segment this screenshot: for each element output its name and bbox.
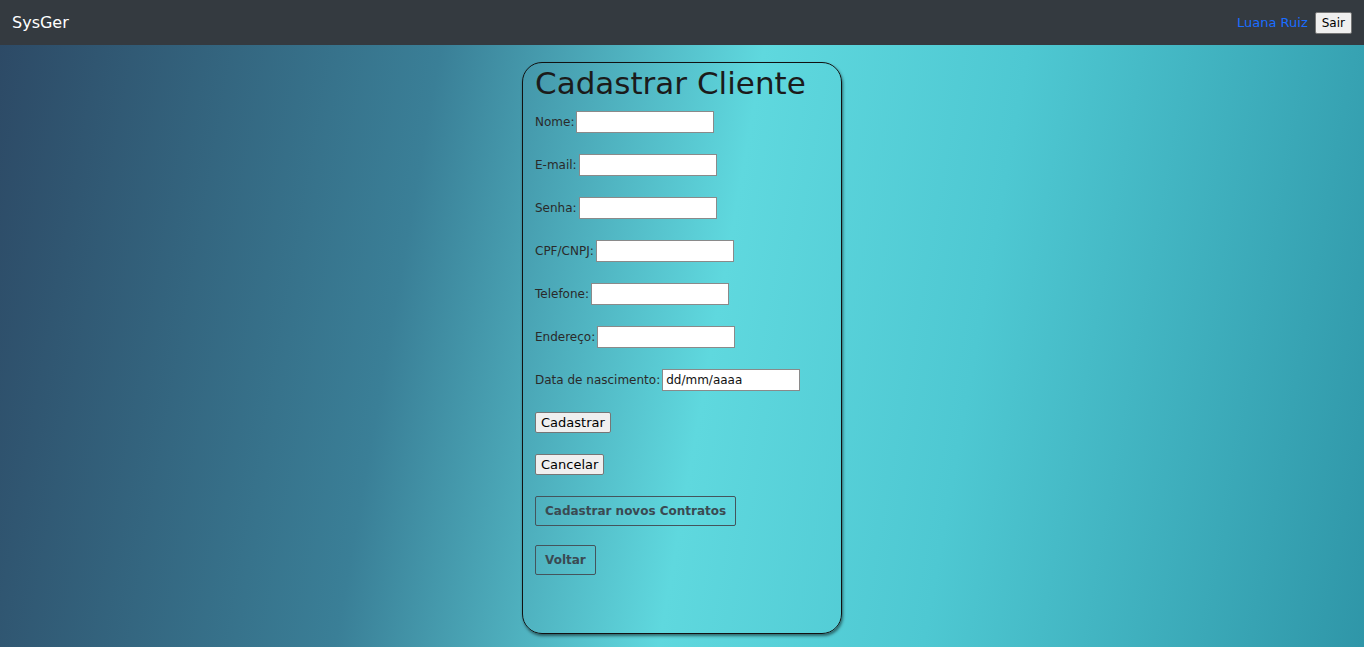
form-field: Nome: <box>535 111 829 133</box>
field-input[interactable] <box>579 154 717 176</box>
form-field: Senha: <box>535 197 829 219</box>
field-label: Nome: <box>535 115 574 129</box>
form-button: Cadastrar novos Contratos <box>535 496 736 526</box>
field-input[interactable] <box>597 326 735 348</box>
form-field: Telefone: <box>535 283 829 305</box>
field-label: E-mail: <box>535 158 577 172</box>
field-label: Endereço: <box>535 330 595 344</box>
user-link[interactable]: Luana Ruiz <box>1237 15 1308 30</box>
field-label: CPF/CNPJ: <box>535 244 594 258</box>
field-input[interactable] <box>596 240 734 262</box>
form-button[interactable]: Cancelar <box>535 454 604 475</box>
form-field: E-mail: <box>535 154 829 176</box>
field-input[interactable] <box>579 197 717 219</box>
form-field: Data de nascimento: <box>535 369 829 391</box>
hero-background: Cadastrar Cliente Nome: E-mail: Senha: CPF/C… <box>0 45 1364 647</box>
navbar-user-area: Luana Ruiz Sair <box>1237 12 1352 34</box>
field-label: Telefone: <box>535 287 589 301</box>
field-input[interactable] <box>591 283 729 305</box>
field-input[interactable] <box>576 111 714 133</box>
field-label: Senha: <box>535 201 577 215</box>
form-button[interactable]: Cadastrar <box>535 412 611 433</box>
navbar: SysGer Luana Ruiz Sair <box>0 0 1364 45</box>
page: SysGer Luana Ruiz Sair Cadastrar Cliente Nom… <box>0 0 1364 647</box>
form-card: Cadastrar Cliente Nome: E-mail: Senha: CPF/C… <box>522 62 842 634</box>
logout-button[interactable]: Sair <box>1315 12 1352 34</box>
form-button: Voltar <box>535 545 596 575</box>
form-field: CPF/CNPJ: <box>535 240 829 262</box>
field-input[interactable] <box>662 369 800 391</box>
form-title: Cadastrar Cliente <box>535 65 829 101</box>
field-label: Data de nascimento: <box>535 373 660 387</box>
form-field: Endereço: <box>535 326 829 348</box>
brand: SysGer <box>12 13 69 32</box>
